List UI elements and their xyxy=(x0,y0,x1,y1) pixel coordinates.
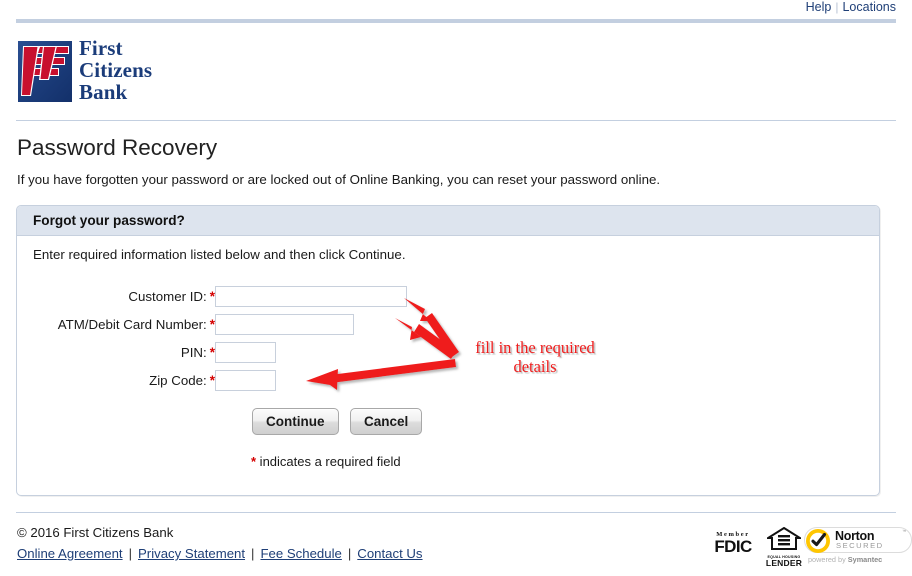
panel-header-label: Forgot your password? xyxy=(33,213,185,228)
customer-id-input[interactable] xyxy=(215,285,407,307)
continue-button[interactable]: Continue xyxy=(252,408,339,435)
privacy-statement-link[interactable]: Privacy Statement xyxy=(138,546,245,561)
norton-pill: Norton ™ SECURED xyxy=(804,527,912,553)
atm-debit-card-number-input[interactable] xyxy=(215,313,354,335)
equal-housing-lender-label: LENDER xyxy=(765,558,803,568)
norton-checkmark-seal-icon xyxy=(806,529,830,553)
required-asterisk: * xyxy=(209,372,215,388)
contact-us-link[interactable]: Contact Us xyxy=(357,546,422,561)
required-asterisk: * xyxy=(209,288,215,304)
footer-separator: | xyxy=(251,546,255,561)
required-asterisk: * xyxy=(209,316,215,332)
label-customer-id-text: Customer ID: xyxy=(128,288,207,304)
pin-input[interactable] xyxy=(215,341,276,363)
required-asterisk: * xyxy=(209,344,215,360)
symantec-brand: Symantec xyxy=(847,555,883,564)
page-intro-text: If you have forgotten your password or a… xyxy=(17,172,661,187)
brand-logo[interactable]: First Citizens Bank xyxy=(17,37,317,106)
page-title: Password Recovery xyxy=(17,135,218,160)
required-field-note: * indicates a required field xyxy=(251,454,401,469)
norton-secured-label: SECURED xyxy=(836,541,884,550)
fdic-label: FDIC xyxy=(714,537,752,556)
zip-code-input[interactable] xyxy=(215,369,276,391)
form-row-zip: Zip Code: * xyxy=(17,366,407,394)
label-customer-id: Customer ID: * xyxy=(17,282,215,310)
footer-separator: | xyxy=(347,546,352,561)
footer-separator: | xyxy=(128,546,133,561)
help-link[interactable]: Help xyxy=(806,0,832,14)
required-note-text: indicates a required field xyxy=(256,454,401,469)
norton-trademark: ™ xyxy=(902,529,907,534)
brand-line-2: Citizens xyxy=(79,58,153,82)
brand-line-3: Bank xyxy=(79,80,128,104)
recovery-form: Customer ID: * ATM/Debit Card Number: * PI… xyxy=(17,282,407,394)
brand-line-1: First xyxy=(79,36,123,60)
fdic-badge: Member FDIC xyxy=(700,531,766,555)
footer-divider xyxy=(16,512,896,513)
top-utility-nav: Help | Locations xyxy=(0,0,912,18)
footer-links: Online Agreement | Privacy Statement | Fee S… xyxy=(17,546,423,561)
norton-powered-prefix: powered by xyxy=(808,555,848,564)
label-pin-text: PIN: xyxy=(180,344,207,360)
form-row-pin: PIN: * xyxy=(17,338,407,366)
nav-separator: | xyxy=(835,0,839,14)
equal-housing-lender-badge: EQUAL HOUSING LENDER xyxy=(762,526,806,568)
panel-instruction: Enter required information listed below … xyxy=(33,247,406,262)
label-zip-code: Zip Code: * xyxy=(17,366,215,394)
form-row-customer-id: Customer ID: * xyxy=(17,282,407,310)
label-card-number-text: ATM/Debit Card Number: xyxy=(57,316,207,332)
header-divider xyxy=(16,120,896,121)
online-agreement-link[interactable]: Online Agreement xyxy=(17,546,123,561)
label-pin: PIN: * xyxy=(17,338,215,366)
top-divider-bar xyxy=(16,19,896,23)
fee-schedule-link[interactable]: Fee Schedule xyxy=(260,546,341,561)
locations-link[interactable]: Locations xyxy=(842,0,896,14)
norton-secured-badge[interactable]: Norton ™ SECURED powered by Symantec xyxy=(804,527,912,564)
brand-wordmark: First Citizens Bank xyxy=(79,37,152,103)
form-actions: Continue Cancel xyxy=(252,408,429,435)
equal-housing-house-icon xyxy=(764,526,804,550)
forgot-password-panel: Forgot your password? Enter required inf… xyxy=(16,205,880,496)
label-zip-code-text: Zip Code: xyxy=(149,372,207,388)
label-card-number: ATM/Debit Card Number: * xyxy=(17,310,215,338)
copyright-text: © 2016 First Citizens Bank xyxy=(17,525,174,540)
panel-header: Forgot your password? xyxy=(17,206,879,236)
footer-badges: Member FDIC EQUAL HOUSING LENDER Norton … xyxy=(700,526,912,568)
first-citizens-logo-icon xyxy=(18,41,72,102)
form-row-card-number: ATM/Debit Card Number: * xyxy=(17,310,407,338)
cancel-button[interactable]: Cancel xyxy=(349,408,423,435)
norton-powered-by: powered by Symantec xyxy=(808,555,882,564)
